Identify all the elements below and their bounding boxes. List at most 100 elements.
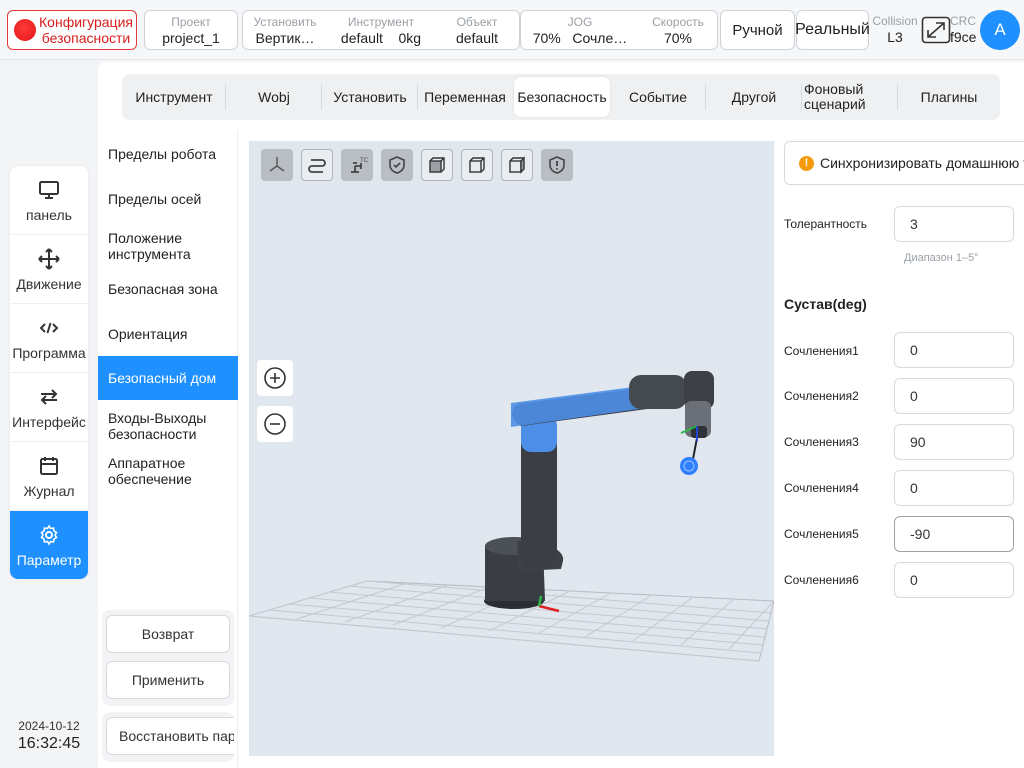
joint-4-label: Сочленения4 [784,481,859,495]
tab-label: Переменная [424,88,506,105]
joint-3-label: Сочленения3 [784,435,859,449]
tab-label: Плагины [920,88,978,105]
tolerance-label: Толерантность [784,217,867,231]
tab-safety[interactable]: Безопасность [514,77,610,117]
jog-speed-group: JOG 70% Сочле… Скорость 70% [520,10,718,50]
nav-item-label: Параметр [16,552,82,568]
user-avatar[interactable]: A [980,10,1020,50]
tool-selector[interactable]: Инструмент default 0kg [329,11,433,49]
action-button-group: Возврат Применить [102,610,234,706]
tab-other[interactable]: Другой [706,74,802,120]
safety-config-button[interactable]: Конфигурация безопасности [7,10,137,50]
nav-item-label: Движение [16,276,82,292]
shield-check-icon [389,156,405,174]
nav-item-program[interactable]: Программа [10,304,88,373]
clock: 2024-10-12 16:32:45 [0,719,98,754]
manual-mode-button[interactable]: Ручной [720,10,795,50]
tolerance-range-hint: Диапазон 1–5° [904,252,979,264]
sync-home-label: Синхронизировать домашнюю точку [820,155,1024,171]
nav-item-interface[interactable]: Интерфейс [10,373,88,442]
robot-3d-viewport[interactable]: TC [249,141,774,756]
restore-params-button[interactable]: Восстановить параметры [106,717,234,755]
tab-install[interactable]: Установить [322,74,418,120]
submenu-robot-limits[interactable]: Пределы робота [98,136,238,172]
safety-config-label: Конфигурация безопасности [39,14,133,46]
tab-label: Другой [731,88,777,105]
axes-icon [269,157,285,172]
view-front-button[interactable] [421,149,453,181]
real-mode-button[interactable]: Реальный [795,10,870,50]
tab-event[interactable]: Событие [610,74,706,120]
install-label: Установить [253,15,317,29]
submenu-joint-limits[interactable]: Пределы осей [98,181,238,217]
nav-item-label: панель [26,207,72,223]
project-selector[interactable]: Проект project_1 [144,10,238,50]
view-iso-button[interactable] [461,149,493,181]
apply-button[interactable]: Применить [106,661,230,699]
zoom-in-icon [264,367,286,389]
expand-icon[interactable] [921,16,951,44]
submenu-tool-position[interactable]: Положение инструмента [98,226,238,266]
nav-item-motion[interactable]: Движение [10,235,88,304]
swap-icon [40,389,58,405]
jog-label: JOG [567,15,593,29]
view-path-button[interactable] [301,149,333,181]
view-alert-button[interactable] [541,149,573,181]
zoom-out-button[interactable] [257,406,293,442]
tab-wobj[interactable]: Wobj [226,74,322,120]
install-selector[interactable]: Установить Вертик… [243,11,327,49]
joint-5-input[interactable]: -90 [894,516,1014,552]
collision-label: Collision [872,14,918,28]
restore-button-group: Восстановить параметры [102,712,234,762]
jog-value: 70% [532,30,561,46]
tool-payload: 0kg [398,30,422,46]
view-axes-button[interactable] [261,149,293,181]
tab-tool[interactable]: Инструмент [122,74,226,120]
nav-item-panel[interactable]: панель [10,166,88,235]
submenu-safety-io[interactable]: Входы-Выходы безопасности [98,406,238,446]
return-button[interactable]: Возврат [106,615,230,653]
settings-tabs: Инструмент Wobj Установить Переменная Бе… [122,74,1000,120]
project-label: Проект [171,15,211,29]
view-safety-button[interactable] [381,149,413,181]
code-icon [39,322,59,334]
tab-variable[interactable]: Переменная [418,74,512,120]
move-icon [38,248,60,270]
tab-plugins[interactable]: Плагины [898,74,1000,120]
tab-label: Безопасность [517,88,607,105]
sync-home-button[interactable]: ! Синхронизировать домашнюю точку [784,141,1024,185]
object-value: default [455,30,499,46]
tab-label: Фоновый сценарий [804,81,866,112]
tool-value: default [340,30,383,46]
crc-indicator: CRC f9ce [950,14,982,45]
nav-item-parameter[interactable]: Параметр [10,511,88,579]
jog-control[interactable]: JOG 70% Сочле… [521,11,639,49]
path-icon [308,159,326,173]
submenu-safe-home[interactable]: Безопасный дом [98,356,238,400]
joint-2-label: Сочленения2 [784,389,859,403]
tolerance-input[interactable]: 3 [894,206,1014,242]
zoom-in-button[interactable] [257,360,293,396]
project-value: project_1 [162,30,220,46]
nav-item-label: Интерфейс [12,414,86,430]
joint-4-input[interactable]: 0 [894,470,1014,506]
view-robot-button[interactable]: TC [341,149,373,181]
cube-side-icon [509,156,525,174]
robot-scene [249,371,774,662]
joint-1-input[interactable]: 0 [894,332,1014,368]
zoom-out-icon [264,413,286,435]
nav-item-log[interactable]: Журнал [10,442,88,511]
view-side-button[interactable] [501,149,533,181]
object-selector[interactable]: Объект default [435,11,519,49]
submenu-safe-zone[interactable]: Безопасная зона [98,271,238,307]
joint-3-input[interactable]: 90 [894,424,1014,460]
speed-label: Скорость [652,15,704,29]
joint-6-input[interactable]: 0 [894,562,1014,598]
tab-background-script[interactable]: Фоновый сценарий [802,74,898,120]
submenu-orientation[interactable]: Ориентация [98,316,238,352]
joint-6-label: Сочленения6 [784,573,859,587]
submenu-hardware[interactable]: Аппаратное обеспечение [98,451,238,491]
crc-value: f9ce [950,29,977,45]
speed-control[interactable]: Скорость 70% [639,11,717,49]
joint-2-input[interactable]: 0 [894,378,1014,414]
